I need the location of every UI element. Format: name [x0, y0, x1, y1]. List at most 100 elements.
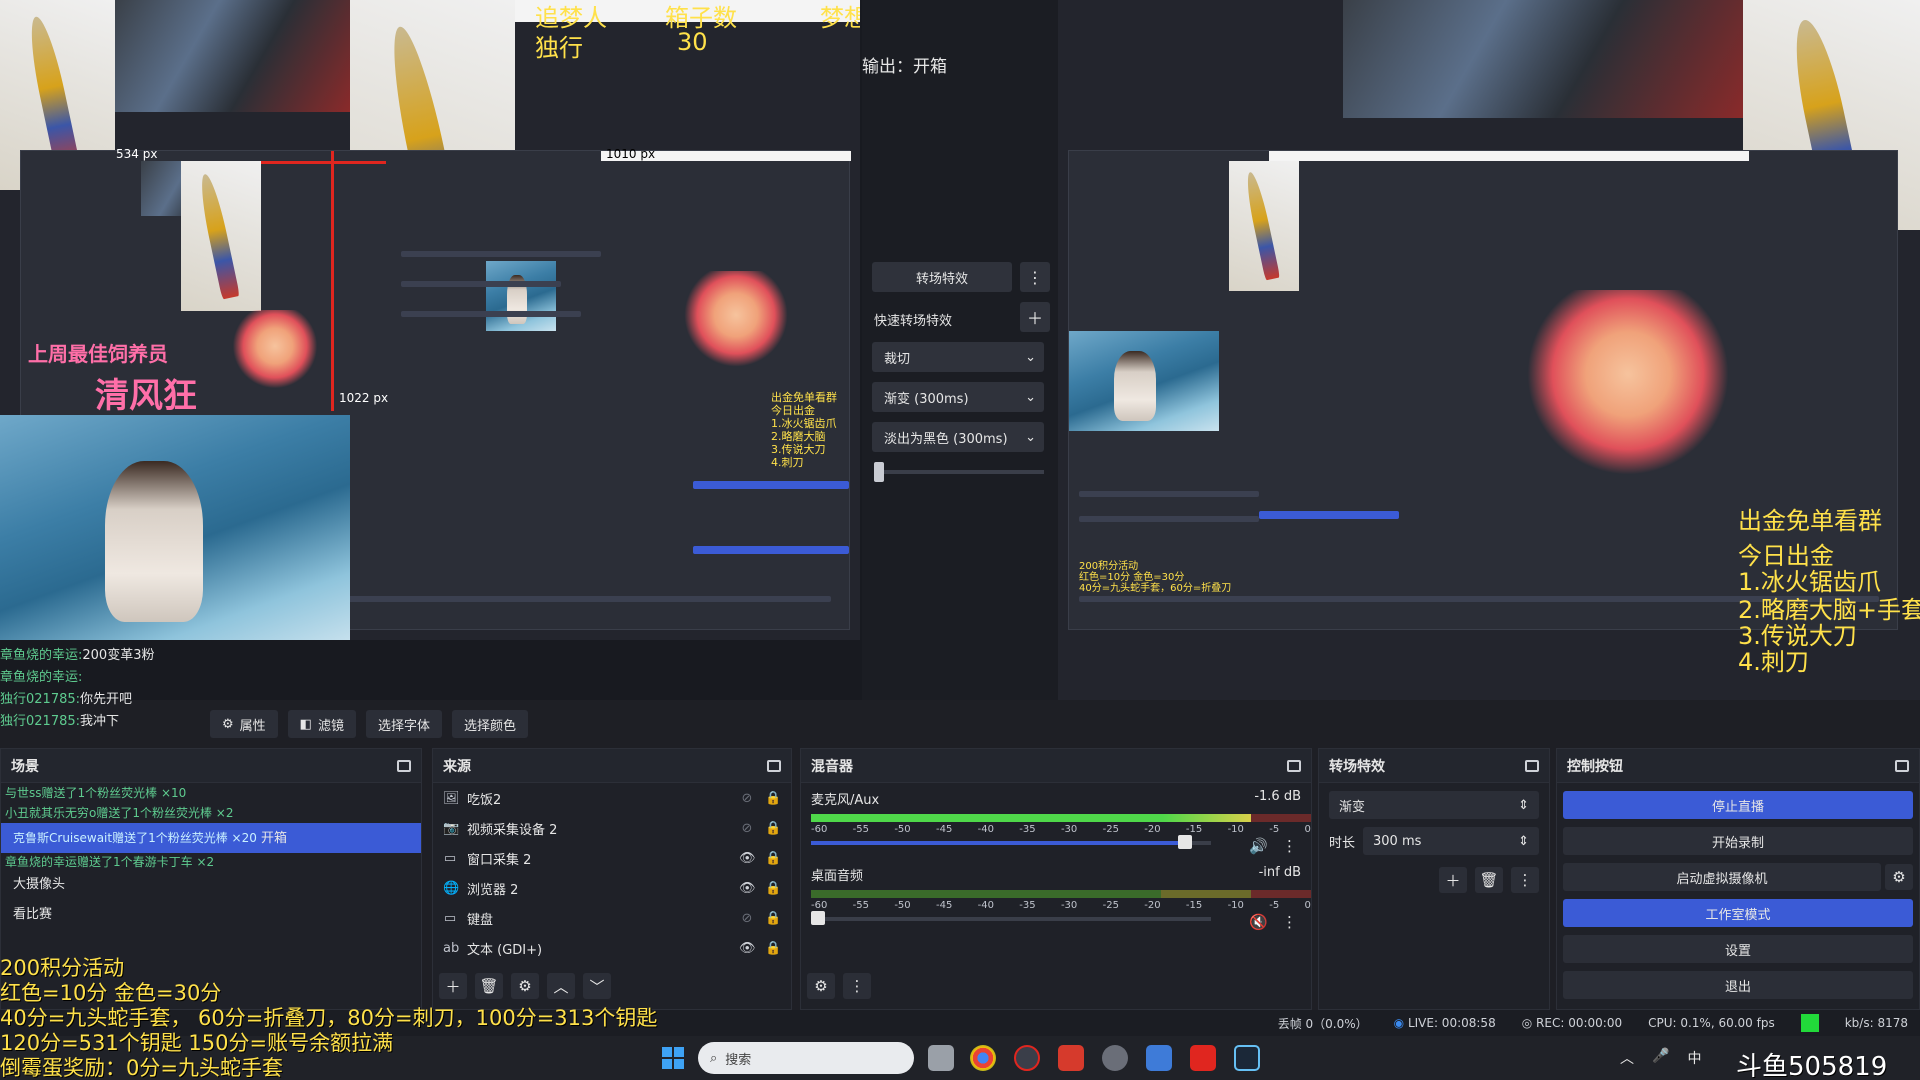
add-transition-button[interactable]: ＋ — [1439, 867, 1467, 893]
app-icon[interactable] — [1058, 1045, 1084, 1071]
avatar-app-icon[interactable] — [1102, 1045, 1128, 1071]
plus-icon: ＋ — [445, 977, 461, 996]
lock-icon[interactable]: 🔒 — [765, 791, 781, 806]
eye-icon[interactable]: 👁 — [739, 881, 756, 896]
eye-off-icon[interactable]: ⊘ — [739, 911, 755, 926]
controls-dock: 控制按钮 停止直播 开始录制 启动虚拟摄像机 ⚙ 工作室模式 设置 退出 — [1556, 748, 1920, 1010]
lock-icon[interactable]: 🔒 — [765, 941, 781, 956]
eye-off-icon[interactable]: ⊘ — [739, 791, 755, 806]
task-view-icon[interactable] — [928, 1045, 954, 1071]
eye-off-icon[interactable]: ⊘ — [739, 821, 755, 836]
tbar-track[interactable] — [874, 470, 1044, 474]
volume-slider-handle[interactable] — [811, 911, 825, 925]
quick-transition-cut[interactable]: 裁切 ⌄ — [872, 342, 1044, 372]
source-properties-button[interactable]: ⚙ — [511, 973, 539, 999]
source-item[interactable]: ▭ 键盘 ⊘ 🔒 — [433, 903, 791, 933]
system-tray: ︿ 🎤 中 — [1620, 1048, 1701, 1068]
start-virtual-camera-button[interactable]: 启动虚拟摄像机 — [1563, 863, 1881, 891]
scene-item-watch-match[interactable]: 看比赛 — [1, 900, 421, 930]
tbar-handle[interactable] — [874, 462, 884, 482]
eye-icon[interactable]: 👁 — [739, 941, 756, 956]
duration-value: 300 ms — [1373, 833, 1422, 849]
undock-icon[interactable] — [767, 759, 781, 772]
lock-icon[interactable]: 🔒 — [765, 821, 781, 836]
select-font-button[interactable]: 选择字体 — [365, 710, 442, 738]
mixer-menu-button[interactable]: ⋮ — [843, 973, 871, 999]
program-anime-image — [1518, 290, 1738, 500]
windows-start-icon[interactable] — [662, 1047, 684, 1069]
sources-footer: ＋ 🗑 ⚙ ︿ ﹀ — [439, 973, 611, 999]
properties-button[interactable]: ⚙ 属性 — [210, 710, 278, 738]
meter-tick-label: -45 — [935, 900, 953, 911]
taskbar-search[interactable]: ⌕ 搜索 — [698, 1042, 914, 1074]
preview-canvas[interactable]: 追梦人 箱子数 梦想 独行 30 1010 px 534 px 1022 px … — [0, 0, 860, 640]
select-color-button[interactable]: 选择颜色 — [452, 710, 529, 738]
ime-indicator[interactable]: 中 — [1687, 1048, 1701, 1068]
level-meter — [811, 814, 1311, 822]
record-icon: ◎ — [1521, 1016, 1533, 1030]
obs-icon[interactable] — [1014, 1045, 1040, 1071]
best-feeder-title: 上周最佳饲养员 — [28, 342, 168, 366]
speaker-muted-icon[interactable]: 🔇 — [1249, 913, 1268, 931]
lock-icon[interactable]: 🔒 — [765, 851, 781, 866]
header-dream: 梦想 — [820, 4, 860, 32]
netease-music-icon[interactable] — [1190, 1045, 1216, 1071]
gift-line: 章鱼烧的幸运赠送了1个春游卡丁车 ×2 — [5, 855, 215, 869]
source-item[interactable]: ab 文本 (GDI+) 👁 🔒 — [433, 933, 791, 963]
volume-slider-handle[interactable] — [1178, 835, 1192, 849]
duration-input[interactable]: 300 ms ⇕ — [1363, 827, 1539, 855]
transition-button[interactable]: 转场特效 — [872, 262, 1012, 292]
more-vertical-icon[interactable]: ⋮ — [1282, 913, 1297, 931]
meter-tick-label: -25 — [1102, 900, 1119, 911]
source-item[interactable]: 🌐 浏览器 2 👁 🔒 — [433, 873, 791, 903]
start-recording-button[interactable]: 开始录制 — [1563, 827, 1913, 855]
add-quick-transition-button[interactable]: ＋ — [1020, 302, 1050, 332]
filters-button[interactable]: ◧ 滤镜 — [287, 710, 356, 738]
stop-streaming-button[interactable]: 停止直播 — [1563, 791, 1913, 819]
more-vertical-icon[interactable]: ⋮ — [1282, 837, 1297, 855]
channel-name: 桌面音频 — [811, 869, 864, 884]
lock-icon[interactable]: 🔒 — [765, 881, 781, 896]
gear-icon: ⚙ — [1892, 868, 1906, 886]
settings-button[interactable]: 设置 — [1563, 935, 1913, 963]
move-down-button[interactable]: ﹀ — [583, 973, 611, 999]
studio-mode-button[interactable]: 工作室模式 — [1563, 899, 1913, 927]
quick-transition-fade-black[interactable]: 淡出为黑色 (300ms) ⌄ — [872, 422, 1044, 452]
undock-icon[interactable] — [1895, 759, 1909, 772]
program-canvas[interactable]: 200积分活动 红色=10分 金色=30分 40分=九头蛇手套，60分=折叠刀 出金… — [1058, 0, 1920, 700]
lock-icon[interactable]: 🔒 — [765, 911, 781, 926]
transition-select[interactable]: 渐变 ⇕ — [1329, 791, 1539, 819]
add-source-button[interactable]: ＋ — [439, 973, 467, 999]
scene-item-big-camera[interactable]: 大摄像头 — [1, 870, 421, 900]
source-item[interactable]: 📷 视频采集设备 2 ⊘ 🔒 — [433, 813, 791, 843]
remove-transition-button[interactable]: 🗑 — [1475, 867, 1503, 893]
source-item[interactable]: ▭ 窗口采集 2 👁 🔒 — [433, 843, 791, 873]
undock-icon[interactable] — [1525, 759, 1539, 772]
remove-source-button[interactable]: 🗑 — [475, 973, 503, 999]
virtual-camera-settings-button[interactable]: ⚙ — [1885, 864, 1913, 890]
chrome-icon[interactable] — [970, 1045, 996, 1071]
chevron-down-icon: ⌄ — [1025, 349, 1036, 365]
quick-transition-fade[interactable]: 渐变 (300ms) ⌄ — [872, 382, 1044, 412]
volume-slider-track[interactable] — [811, 917, 1211, 921]
program-glove-image — [1343, 0, 1743, 118]
scene-item-open-box[interactable]: 克鲁斯Cruisewait赠送了1个粉丝荧光棒 ×20 开箱 — [1, 823, 421, 853]
live-timer: ◉ LIVE: 00:08:58 — [1394, 1016, 1496, 1030]
move-up-button[interactable]: ︿ — [547, 973, 575, 999]
undock-icon[interactable] — [1287, 759, 1301, 772]
more-vertical-icon: ⋮ — [1027, 267, 1043, 287]
douyu-icon[interactable] — [1146, 1045, 1172, 1071]
undock-icon[interactable] — [397, 759, 411, 772]
transition-more-button[interactable]: ⋮ — [1020, 262, 1050, 292]
exit-button[interactable]: 退出 — [1563, 971, 1913, 999]
source-item[interactable]: 🖼 吃饭2 ⊘ 🔒 — [433, 783, 791, 813]
eye-icon[interactable]: 👁 — [739, 851, 756, 866]
text-icon: ab — [443, 940, 460, 956]
steam-icon[interactable] — [1234, 1045, 1260, 1071]
speaker-icon[interactable]: 🔊 — [1249, 837, 1268, 855]
volume-slider-track[interactable] — [811, 841, 1211, 845]
microphone-icon[interactable]: 🎤 — [1652, 1048, 1669, 1068]
chevron-up-icon[interactable]: ︿ — [1620, 1048, 1634, 1068]
advanced-audio-button[interactable]: ⚙ — [807, 973, 835, 999]
transition-menu-button[interactable]: ⋮ — [1511, 867, 1539, 893]
